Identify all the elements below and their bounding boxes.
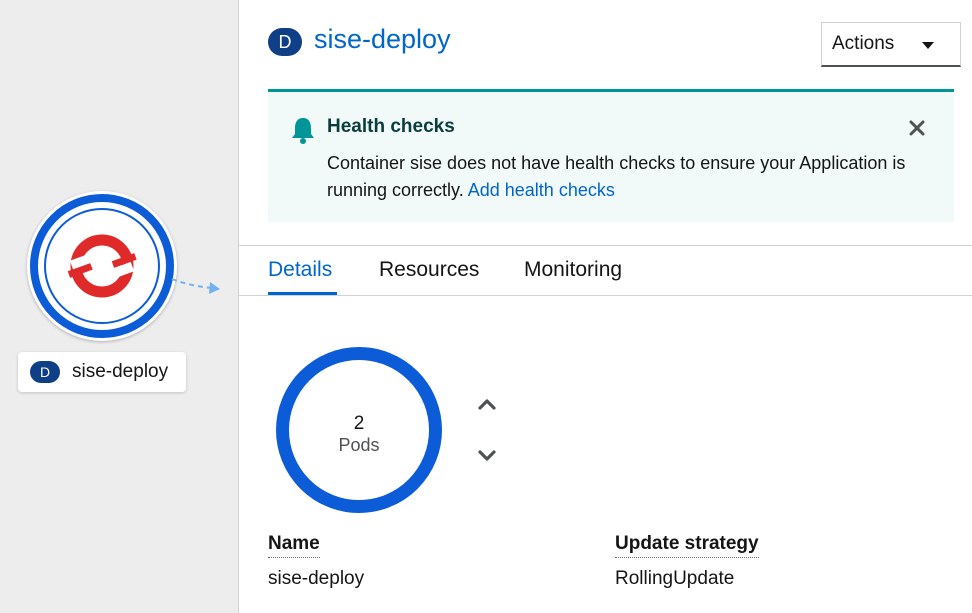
node-label-text: sise-deploy xyxy=(72,361,169,382)
pod-ring: 2 Pods xyxy=(276,347,442,513)
actions-dropdown[interactable]: Actions xyxy=(821,22,961,67)
name-value: sise-deploy xyxy=(268,568,365,589)
update-strategy-value: RollingUpdate xyxy=(615,568,735,589)
update-strategy-label: Update strategy xyxy=(615,533,759,558)
name-label: Name xyxy=(268,533,320,558)
pod-count: 2 xyxy=(353,413,365,434)
alert-message: Container sise does not have health chec… xyxy=(327,153,906,200)
actions-label: Actions xyxy=(832,33,895,54)
resource-title-link[interactable]: sise-deploy xyxy=(314,24,451,55)
chevron-up-icon[interactable] xyxy=(477,397,497,411)
alert-title: Health checks xyxy=(327,116,455,137)
bell-icon xyxy=(292,118,314,144)
chevron-down-icon[interactable] xyxy=(477,449,497,463)
topology-node[interactable] xyxy=(27,191,177,341)
tab-bar: Details Resources Monitoring xyxy=(239,246,972,296)
add-health-checks-link[interactable]: Add health checks xyxy=(468,180,615,200)
side-panel: D sise-deploy Actions Health checks Cont… xyxy=(238,0,972,613)
deployment-badge: D xyxy=(268,28,302,56)
tab-resources[interactable]: Resources xyxy=(379,258,479,282)
active-tab-indicator xyxy=(268,292,337,295)
openshift-logo-icon xyxy=(67,234,137,298)
caret-down-icon xyxy=(922,42,934,49)
alert-body: Container sise does not have health chec… xyxy=(327,150,927,204)
health-checks-alert: Health checks Container sise does not ha… xyxy=(268,89,954,222)
dashed-arrow-icon xyxy=(171,278,220,294)
topology-canvas[interactable]: D sise-deploy xyxy=(0,0,238,613)
deployment-badge: D xyxy=(30,361,60,383)
close-icon[interactable] xyxy=(908,119,926,137)
node-label[interactable]: D sise-deploy xyxy=(18,352,186,392)
tab-monitoring[interactable]: Monitoring xyxy=(524,258,622,282)
tab-details[interactable]: Details xyxy=(268,258,332,282)
pod-count-label: Pods xyxy=(338,435,380,455)
